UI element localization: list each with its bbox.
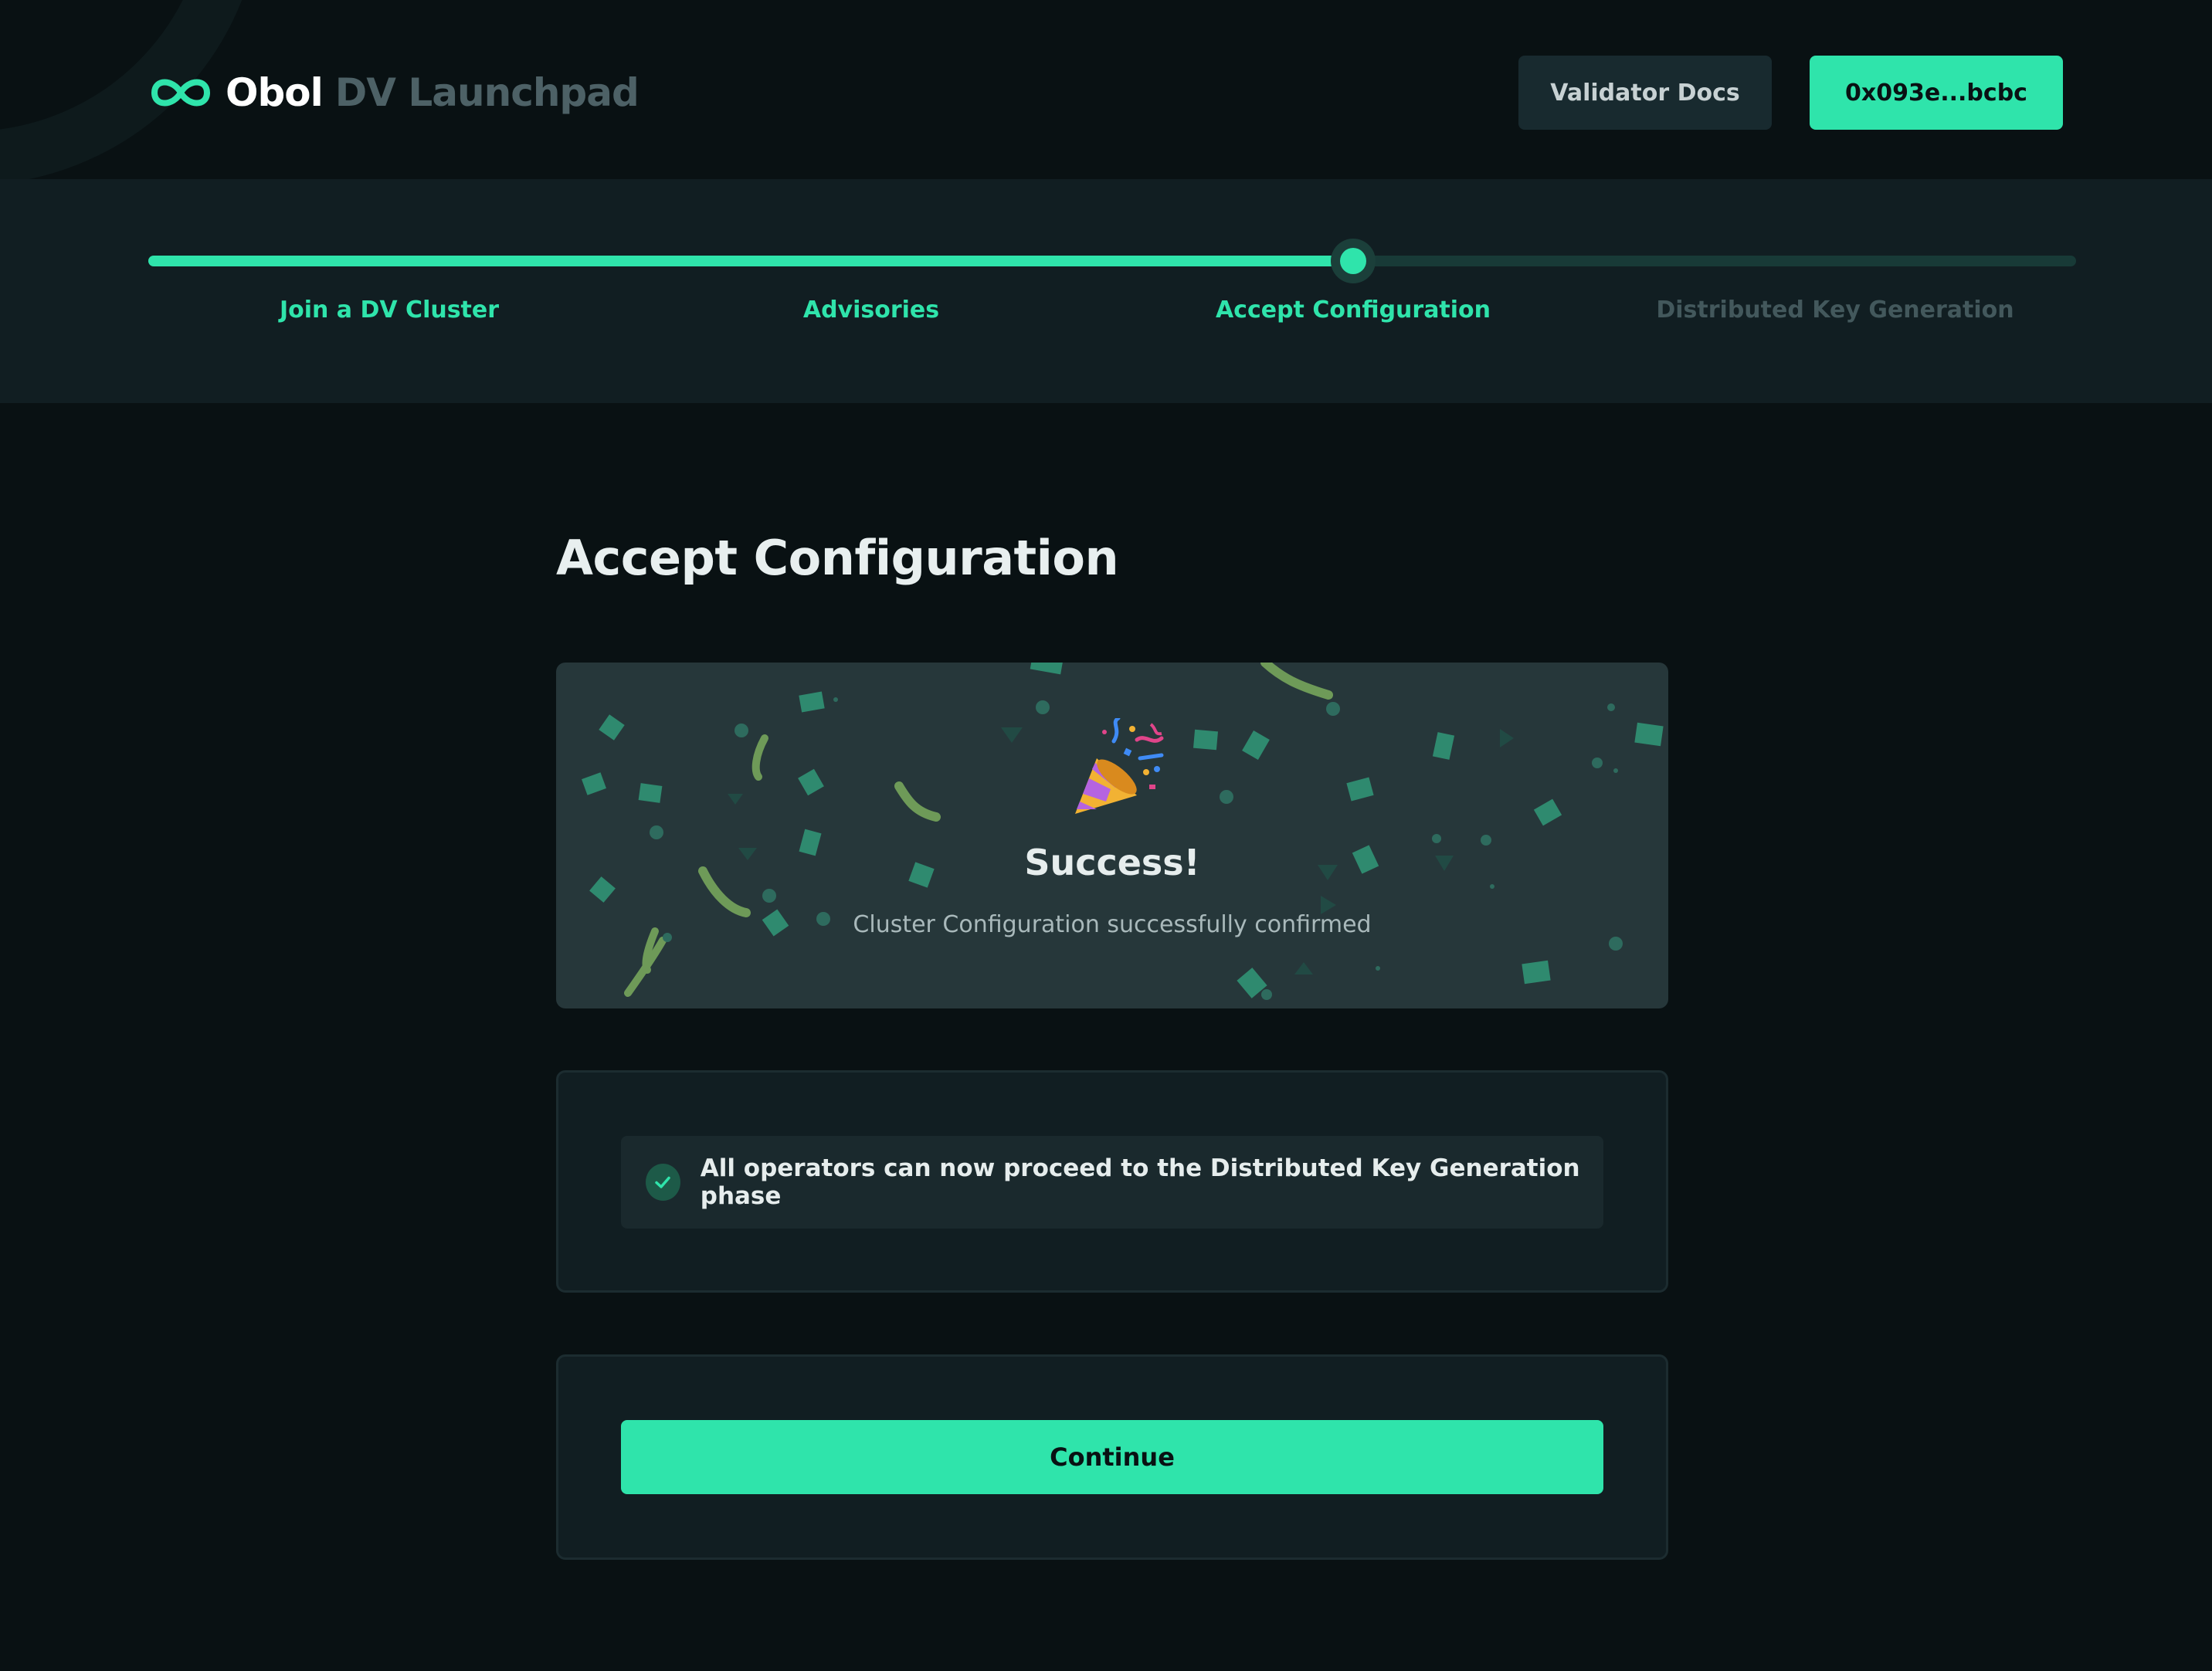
logo-secondary-text: DV Launchpad: [334, 70, 640, 115]
validator-docs-button[interactable]: Validator Docs: [1518, 56, 1772, 130]
infinity-logo-icon: [151, 79, 211, 107]
wallet-address-button[interactable]: 0x093e...bcbc: [1810, 56, 2063, 130]
step-accept-configuration: Accept Configuration: [1215, 297, 1491, 324]
confetti-decoration: [582, 663, 1664, 1000]
status-message-box: All operators can now proceed to the Dis…: [621, 1136, 1603, 1229]
status-message-text: All operators can now proceed to the Dis…: [700, 1154, 1580, 1210]
status-card: All operators can now proceed to the Dis…: [556, 1070, 1668, 1293]
party-popper-icon: [1075, 718, 1164, 814]
step-join-dv-cluster: Join a DV Cluster: [279, 297, 500, 324]
page-title: Accept Configuration: [556, 530, 1119, 586]
success-message: Cluster Configuration successfully confi…: [853, 911, 1372, 938]
progress-fill: [148, 256, 1353, 266]
check-circle-icon: [646, 1164, 680, 1201]
step-distributed-key-generation: Distributed Key Generation: [1656, 297, 2014, 324]
progress-stepper: Join a DV Cluster Advisories Accept Conf…: [0, 179, 2212, 403]
progress-track: [148, 256, 2076, 266]
success-card: Success! Cluster Configuration successfu…: [556, 663, 1668, 1008]
logo-primary-text: Obol: [226, 70, 324, 115]
app-logo[interactable]: Obol DV Launchpad: [147, 68, 640, 117]
continue-button[interactable]: Continue: [621, 1420, 1603, 1494]
action-card: Continue: [556, 1354, 1668, 1560]
step-advisories: Advisories: [802, 297, 940, 324]
top-header: Obol DV Launchpad Validator Docs 0x093e.…: [0, 0, 2212, 179]
current-step-indicator: [1331, 239, 1376, 283]
success-title: Success!: [1024, 842, 1200, 883]
